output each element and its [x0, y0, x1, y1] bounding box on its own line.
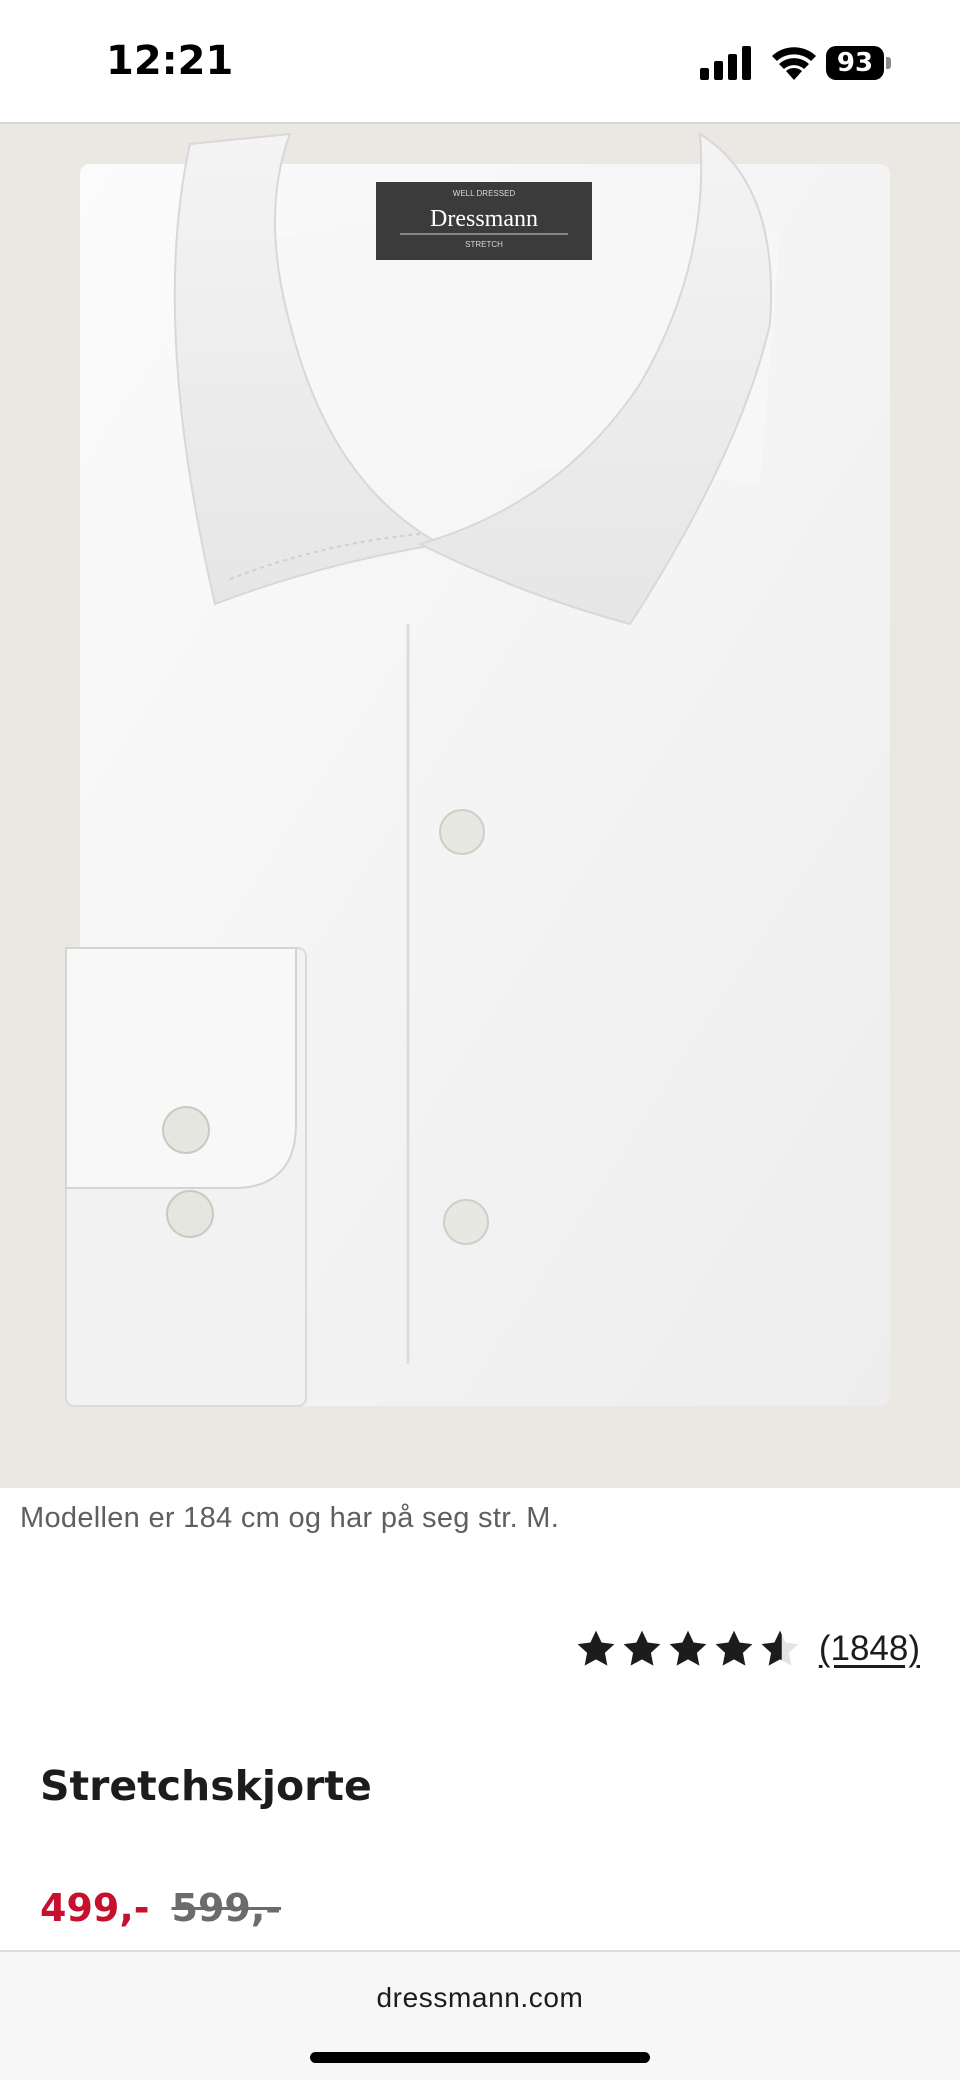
url-text[interactable]: dressmann.com [0, 1982, 960, 2014]
home-indicator[interactable] [310, 2052, 650, 2063]
star-full-icon [669, 1630, 707, 1666]
product-image-carousel[interactable]: WELL DRESSED Dressmann STRETCH [0, 124, 960, 1488]
label-top-text: WELL DRESSED [453, 189, 516, 198]
star-half-icon [761, 1630, 799, 1666]
product-rating[interactable]: (1848) [575, 1624, 920, 1674]
review-count-link[interactable]: (1848) [819, 1629, 920, 1669]
label-brand-text: Dressmann [430, 206, 538, 232]
star-full-icon [577, 1630, 615, 1666]
rating-stars [575, 1628, 801, 1670]
sale-price: 499,- [40, 1886, 150, 1930]
original-price: 599,- [171, 1886, 282, 1930]
star-full-icon [715, 1630, 753, 1666]
product-title: Stretchskjorte [40, 1762, 372, 1810]
model-size-info: Modellen er 184 cm og har på seg str. M. [20, 1502, 560, 1534]
battery-cap [886, 57, 891, 69]
battery-icon: 93 [826, 46, 892, 80]
status-time: 12:21 [106, 38, 234, 84]
star-full-icon [623, 1630, 661, 1666]
cellular-signal-icon [700, 46, 751, 80]
label-bottom-text: STRETCH [465, 240, 503, 249]
shirt-image: WELL DRESSED Dressmann STRETCH [65, 132, 890, 1407]
browser-address-bar[interactable]: dressmann.com [0, 1950, 960, 2080]
wifi-icon [772, 47, 816, 80]
status-bar: 12:21 93 [0, 0, 960, 124]
battery-level: 93 [826, 46, 884, 80]
price-row: 499,- 599,- [40, 1886, 281, 1930]
